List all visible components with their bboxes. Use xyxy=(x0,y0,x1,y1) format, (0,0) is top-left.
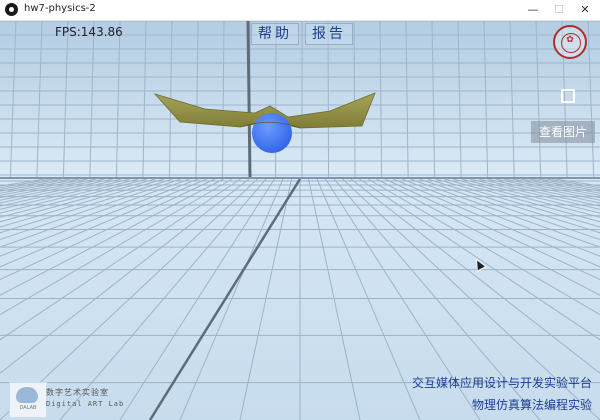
lab-name-en: Digital ART Lab xyxy=(46,400,125,408)
blue-sphere xyxy=(252,113,292,153)
fps-counter: FPS:143.86 xyxy=(55,25,123,39)
report-button[interactable]: 报告 xyxy=(305,23,353,45)
close-button[interactable]: ✕ xyxy=(574,2,596,18)
help-button[interactable]: 帮助 xyxy=(251,23,299,45)
lab-logo: DALAB xyxy=(9,382,47,418)
brain-icon xyxy=(16,387,38,403)
app-icon xyxy=(5,3,18,16)
lab-name-cn: 数字艺术实验室 xyxy=(46,388,109,397)
seal-mark: ✿ xyxy=(566,35,574,45)
3d-viewport[interactable]: FPS:143.86 帮助 报告 ✿ 查看图片 交互媒体应用设计与开发实验平台 … xyxy=(0,21,600,420)
app-window: hw7-physics-2 — ☐ ✕ FPS:143.86 帮助 报告 ✿ 查… xyxy=(0,0,600,420)
platform-title: 交互媒体应用设计与开发实验平台 xyxy=(411,376,592,390)
fullscreen-icon[interactable] xyxy=(561,89,575,103)
experiment-title: 物理仿真算法编程实验 xyxy=(471,398,592,412)
maximize-button[interactable]: ☐ xyxy=(548,2,570,18)
lab-logo-mark: DALAB xyxy=(19,405,37,411)
scene-canvas[interactable] xyxy=(0,21,600,420)
view-image-button[interactable]: 查看图片 xyxy=(531,121,595,143)
university-seal-icon: ✿ xyxy=(553,25,587,59)
window-title: hw7-physics-2 xyxy=(24,3,96,14)
wall-pillar xyxy=(246,21,252,179)
minimize-button[interactable]: — xyxy=(522,2,544,18)
title-bar: hw7-physics-2 — ☐ ✕ xyxy=(0,0,600,21)
